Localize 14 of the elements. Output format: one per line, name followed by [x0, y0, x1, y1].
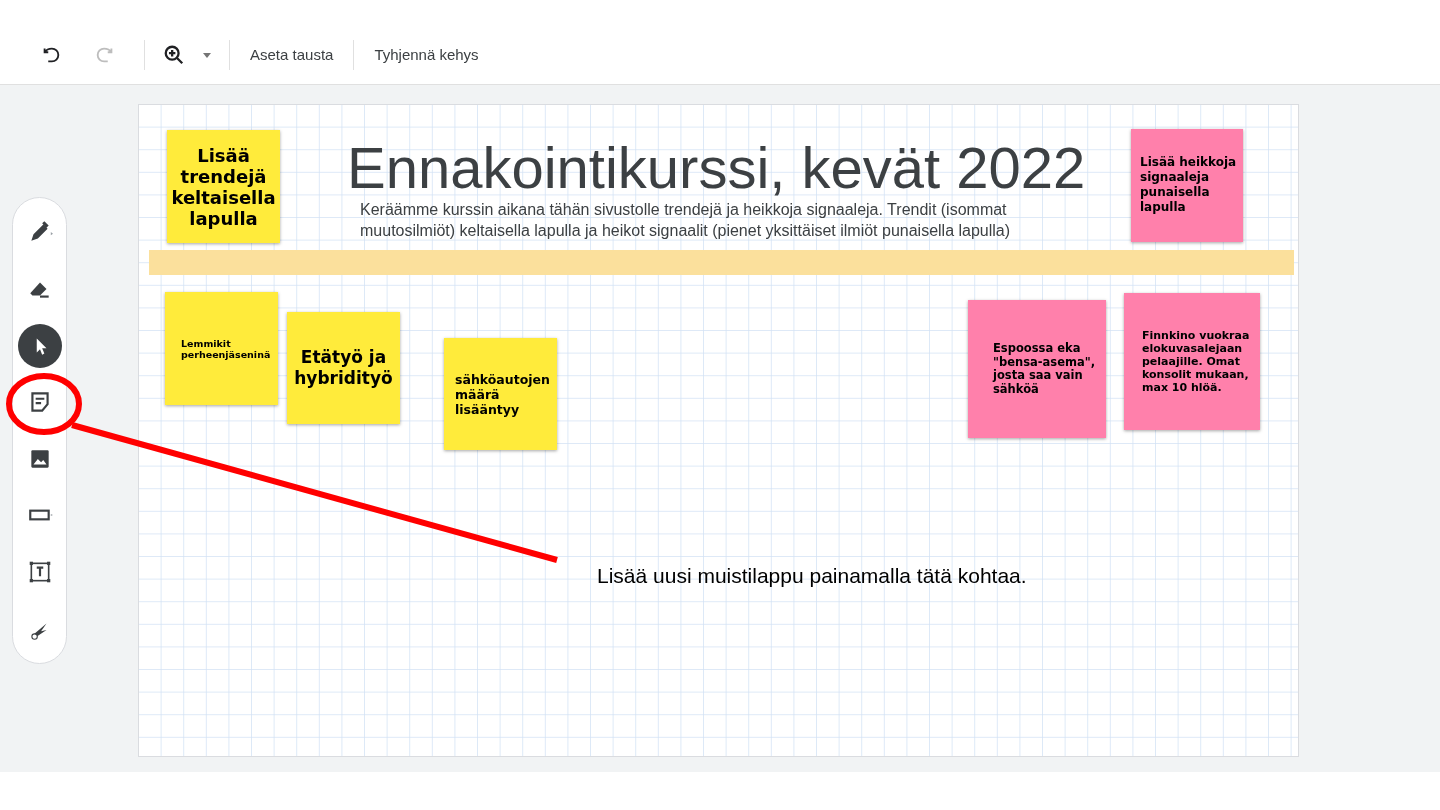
sticky-note: Lisää trendejä keltaisella lapulla: [167, 130, 280, 243]
sticky-note: Espoossa eka "bensa-asema", josta saa vain sähköä: [968, 300, 1106, 438]
annotation-text: Lisää uusi muistilappu painamalla tätä kohtaa.: [597, 563, 1027, 589]
sticky-note: Lemmikit perheenjäseninä: [165, 292, 278, 405]
sticky-note: sähköautojen määrä lisääntyy: [444, 338, 557, 450]
toolbar-button[interactable]: Aseta tausta: [248, 40, 336, 70]
sticky-note: Finnkino vuokraa elokuvasalejaan pelaajille. Omat konsolit mukaan, max 10 hlöä.: [1124, 293, 1260, 430]
sticky-note: Etätyö ja hybridityö: [287, 312, 400, 424]
frame-description: Keräämme kurssin aikana tähän sivustolle trendejä ja heikkoja signaaleja. Trendit (isommat muutosilmiöt) keltaisella lapulla ja heikot signaalit (pienet yksittäiset ilmiöt punaisella lapulla): [360, 200, 1012, 241]
sticky-note: Lisää heikkoja signaaleja punaisella lapulla: [1131, 129, 1243, 242]
zoom-in-icon: [163, 44, 185, 66]
toolbar-button[interactable]: Tyhjennä kehys: [372, 40, 481, 70]
caret-icon: [203, 52, 211, 58]
frame-title: Ennakointikurssi, kevät 2022: [347, 134, 1086, 202]
